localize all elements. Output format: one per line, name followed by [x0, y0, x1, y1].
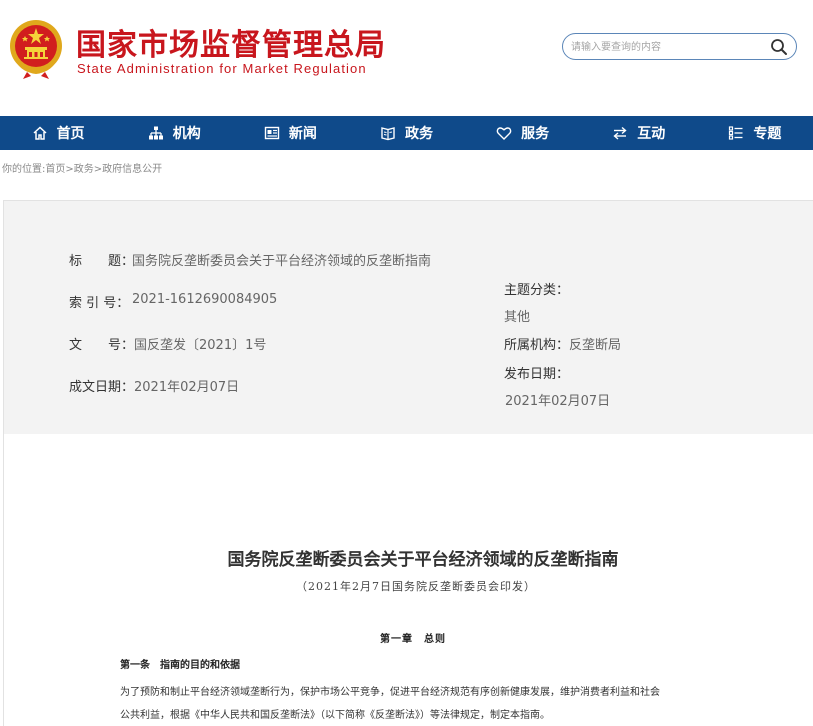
site-header: 国家市场监督管理总局 State Administration for Mark…: [0, 0, 813, 116]
exchange-arrows-icon: [613, 126, 627, 140]
topic-list-icon: [729, 126, 743, 140]
meta-title-label: 标 题：: [69, 254, 135, 269]
government-affairs-icon: [381, 127, 395, 141]
paragraph-line: 公共利益，根据《中华人民共和国反垄断法》（以下简称《反垄断法》）等法律规定，制定…: [120, 710, 550, 721]
newspaper-icon: [264, 126, 280, 140]
meta-title-value: 国务院反垄断委员会关于平台经济领域的反垄断指南: [132, 254, 432, 269]
breadcrumb-separator: >: [93, 164, 103, 175]
home-icon: [33, 126, 47, 140]
nav-item-affairs[interactable]: 政务: [348, 116, 464, 150]
meta-publish-date-value: 2021年02月07日: [505, 394, 611, 409]
document-subtitle: （2021年2月7日国务院反垄断委员会印发）: [296, 580, 536, 593]
national-emblem-icon[interactable]: [5, 16, 67, 80]
meta-publish-date-label: 发布日期：: [504, 367, 570, 382]
meta-topic-label: 主题分类：: [504, 283, 570, 298]
article-heading: 第一条 指南的目的和依据: [120, 660, 240, 671]
meta-docno-label: 文 号：: [69, 338, 135, 353]
meta-index-label: 索 引 号：: [69, 296, 130, 311]
breadcrumb-link-home[interactable]: 首页: [45, 164, 65, 175]
meta-org-value: 反垄断局: [569, 338, 622, 353]
document-meta-panel: [3, 200, 813, 434]
breadcrumb-link-affairs[interactable]: 政务: [74, 164, 94, 175]
breadcrumb-separator: >: [65, 164, 74, 175]
nav-label: 新闻: [288, 126, 317, 142]
search-input[interactable]: [571, 38, 761, 56]
search-box: [562, 33, 797, 60]
meta-index-value: 2021-1612690084905: [132, 292, 278, 307]
site-title-cn[interactable]: 国家市场监督管理总局: [76, 20, 386, 64]
breadcrumb: 你的位置:首页>政务>政府信息公开: [2, 160, 162, 175]
meta-written-date-value: 2021年02月07日: [134, 380, 240, 395]
breadcrumb-prefix: 你的位置:: [2, 164, 46, 175]
meta-written-date-label: 成文日期：: [69, 380, 135, 395]
nav-item-topics[interactable]: 专题: [697, 116, 813, 150]
nav-label: 政务: [404, 126, 433, 142]
org-chart-icon: [148, 126, 163, 140]
nav-label: 首页: [56, 126, 85, 142]
site-title-en[interactable]: State Administration for Market Regulati…: [77, 61, 367, 76]
chapter-heading: 第一章 总则: [380, 634, 446, 645]
meta-docno-value: 国反垄发〔2021〕1号: [134, 338, 267, 353]
nav-label: 机构: [172, 126, 201, 142]
meta-org-label: 所属机构：: [504, 338, 570, 353]
nav-item-interact[interactable]: 互动: [581, 116, 697, 150]
nav-item-org[interactable]: 机构: [116, 116, 232, 150]
search-icon[interactable]: [770, 38, 788, 56]
nav-label: 互动: [637, 126, 666, 142]
nav-label: 专题: [753, 126, 782, 142]
nav-item-news[interactable]: 新闻: [232, 116, 348, 150]
heart-icon: [496, 127, 512, 140]
document-title: 国务院反垄断委员会关于平台经济领域的反垄断指南: [227, 550, 619, 570]
meta-topic-value: 其他: [504, 310, 531, 325]
nav-item-service[interactable]: 服务: [465, 116, 581, 150]
paragraph-line: 为了预防和制止平台经济领域垄断行为，保护市场公平竞争，促进平台经济规范有序创新健…: [120, 687, 660, 698]
breadcrumb-link-info-disclosure[interactable]: 政府信息公开: [102, 164, 162, 175]
nav-label: 服务: [521, 126, 550, 142]
nav-item-home[interactable]: 首页: [0, 116, 116, 150]
main-nav: 首页 机构 新闻 政务 服务 互动 专题: [0, 116, 813, 150]
